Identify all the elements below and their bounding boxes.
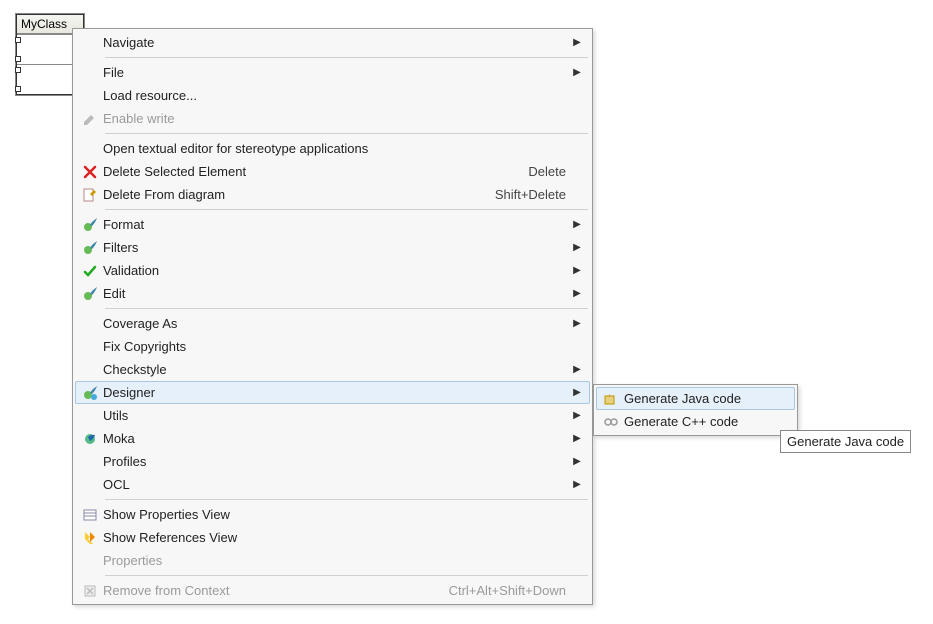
submenu-arrow-icon: ▶ — [572, 67, 582, 78]
menu-item-label: Remove from Context — [103, 583, 449, 598]
menu-item-label: Show Properties View — [103, 507, 572, 522]
menu-item-label: Profiles — [103, 454, 572, 469]
comet-icon — [77, 240, 103, 256]
gen-java-icon — [598, 391, 624, 407]
menu-item-file[interactable]: File▶ — [75, 61, 590, 84]
menu-item-label: Properties — [103, 553, 572, 568]
menu-item-shortcut: Delete — [528, 164, 566, 179]
submenu-arrow-icon: ▶ — [572, 37, 582, 48]
menu-item-label: File — [103, 65, 572, 80]
menu-item-label: Format — [103, 217, 572, 232]
menu-item-open-textual-editor[interactable]: Open textual editor for stereotype appli… — [75, 137, 590, 160]
submenu-arrow-icon: ▶ — [572, 433, 582, 444]
props-icon — [77, 507, 103, 523]
menu-item-label: Fix Copyrights — [103, 339, 572, 354]
menu-item-label: Filters — [103, 240, 572, 255]
submenu-arrow-icon: ▶ — [572, 387, 582, 398]
menu-separator — [105, 499, 588, 500]
menu-item-label: Coverage As — [103, 316, 572, 331]
menu-separator — [105, 308, 588, 309]
menu-item-shortcut: Ctrl+Alt+Shift+Down — [449, 583, 566, 598]
menu-item-validation[interactable]: Validation▶ — [75, 259, 590, 282]
menu-item-label: Generate Java code — [624, 391, 777, 406]
menu-item-label: Generate C++ code — [624, 414, 777, 429]
menu-item-profiles[interactable]: Profiles▶ — [75, 450, 590, 473]
menu-item-checkstyle[interactable]: Checkstyle▶ — [75, 358, 590, 381]
menu-item-label: Open textual editor for stereotype appli… — [103, 141, 572, 156]
menu-item-label: OCL — [103, 477, 572, 492]
menu-item-edit[interactable]: Edit▶ — [75, 282, 590, 305]
submenu-arrow-icon: ▶ — [572, 219, 582, 230]
menu-item-label: Moka — [103, 431, 572, 446]
menu-item-format[interactable]: Format▶ — [75, 213, 590, 236]
menu-item-label: Utils — [103, 408, 572, 423]
menu-item-designer[interactable]: Designer▶ — [75, 381, 590, 404]
menu-item-fix-copyrights[interactable]: Fix Copyrights — [75, 335, 590, 358]
submenu-arrow-icon: ▶ — [572, 318, 582, 329]
menu-item-navigate[interactable]: Navigate▶ — [75, 31, 590, 54]
submenu-arrow-icon: ▶ — [572, 456, 582, 467]
menu-item-label: Edit — [103, 286, 572, 301]
menu-item-label: Checkstyle — [103, 362, 572, 377]
circle-green-icon — [77, 431, 103, 447]
check-icon — [77, 263, 103, 279]
menu-item-label: Load resource... — [103, 88, 572, 103]
comet-blue-icon — [77, 385, 103, 401]
menu-separator — [105, 209, 588, 210]
menu-item-properties: Properties — [75, 549, 590, 572]
submenu-arrow-icon: ▶ — [572, 265, 582, 276]
menu-separator — [105, 133, 588, 134]
menu-item-label: Validation — [103, 263, 572, 278]
doc-pencil-icon — [77, 187, 103, 203]
menu-item-delete-selected[interactable]: Delete Selected ElementDelete — [75, 160, 590, 183]
menu-item-delete-from-diagram[interactable]: Delete From diagramShift+Delete — [75, 183, 590, 206]
menu-item-label: Delete Selected Element — [103, 164, 528, 179]
refs-icon — [77, 530, 103, 546]
menu-item-show-properties[interactable]: Show Properties View — [75, 503, 590, 526]
menu-item-show-references[interactable]: Show References View — [75, 526, 590, 549]
menu-item-coverage-as[interactable]: Coverage As▶ — [75, 312, 590, 335]
submenu-arrow-icon: ▶ — [572, 410, 582, 421]
menu-item-moka[interactable]: Moka▶ — [75, 427, 590, 450]
menu-item-utils[interactable]: Utils▶ — [75, 404, 590, 427]
menu-separator — [105, 57, 588, 58]
menu-item-enable-write: Enable write — [75, 107, 590, 130]
context-menu: Navigate▶File▶Load resource...Enable wri… — [72, 28, 593, 605]
menu-item-label: Delete From diagram — [103, 187, 495, 202]
designer-submenu: Generate Java code Generate C++ code — [593, 384, 798, 436]
submenu-arrow-icon: ▶ — [572, 242, 582, 253]
menu-item-filters[interactable]: Filters▶ — [75, 236, 590, 259]
pencil-icon — [77, 111, 103, 127]
submenu-arrow-icon: ▶ — [572, 364, 582, 375]
menu-item-generate-cpp[interactable]: Generate C++ code — [596, 410, 795, 433]
menu-separator — [105, 575, 588, 576]
menu-item-label: Enable write — [103, 111, 572, 126]
menu-item-label: Navigate — [103, 35, 572, 50]
gen-cpp-icon — [598, 414, 624, 430]
comet-icon — [77, 286, 103, 302]
menu-item-generate-java[interactable]: Generate Java code — [596, 387, 795, 410]
menu-item-label: Designer — [103, 385, 572, 400]
submenu-arrow-icon: ▶ — [572, 479, 582, 490]
menu-item-shortcut: Shift+Delete — [495, 187, 566, 202]
tooltip: Generate Java code — [780, 430, 911, 453]
remove-ctx-icon — [77, 583, 103, 599]
menu-item-remove-from-context: Remove from ContextCtrl+Alt+Shift+Down — [75, 579, 590, 602]
delete-x-icon — [77, 164, 103, 180]
menu-item-ocl[interactable]: OCL▶ — [75, 473, 590, 496]
menu-item-load-resource[interactable]: Load resource... — [75, 84, 590, 107]
comet-icon — [77, 217, 103, 233]
submenu-arrow-icon: ▶ — [572, 288, 582, 299]
menu-item-label: Show References View — [103, 530, 572, 545]
